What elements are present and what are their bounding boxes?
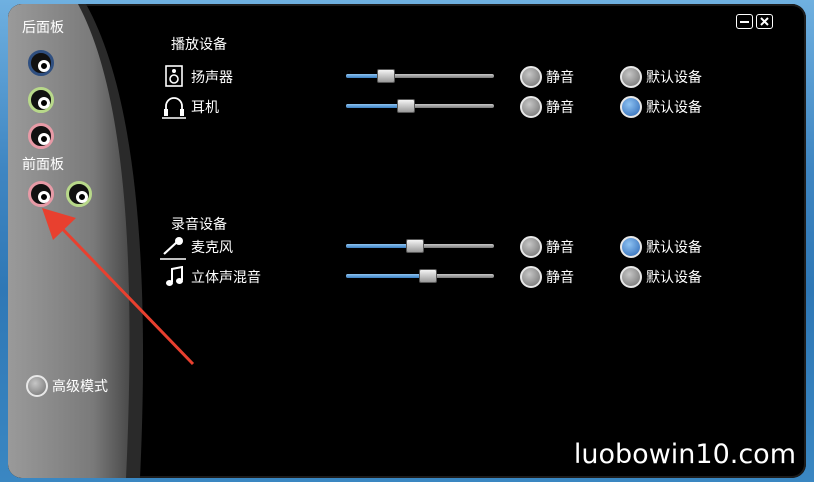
- speaker-mute-button[interactable]: [520, 66, 542, 88]
- watermark-text: luobowin10.com: [573, 439, 796, 470]
- slider-thumb[interactable]: [406, 239, 424, 253]
- stereo-mix-default-label: 默认设备: [646, 270, 702, 286]
- music-note-icon: [166, 266, 183, 286]
- headphones-label: 耳机: [191, 100, 219, 116]
- rear-panel-label: 后面板: [22, 20, 64, 36]
- stereo-mix-mute-button[interactable]: [520, 266, 542, 288]
- stereo-mix-label: 立体声混音: [191, 270, 261, 286]
- rear-jack-pink[interactable]: [28, 123, 54, 149]
- speaker-icon: [165, 65, 183, 87]
- microphone-icon: [160, 237, 186, 260]
- slider-thumb[interactable]: [377, 69, 395, 83]
- advanced-mode-radio[interactable]: [26, 375, 48, 397]
- headphones-default-radio[interactable]: [620, 96, 642, 118]
- microphone-volume-slider[interactable]: [346, 239, 494, 253]
- minimize-button[interactable]: [736, 14, 753, 29]
- recording-section-label: 录音设备: [171, 217, 227, 233]
- speaker-volume-slider[interactable]: [346, 69, 494, 83]
- rear-jack-green[interactable]: [28, 87, 54, 113]
- microphone-mute-button[interactable]: [520, 236, 542, 258]
- slider-fill: [346, 244, 415, 248]
- close-button[interactable]: [756, 14, 773, 29]
- microphone-default-label: 默认设备: [646, 240, 702, 256]
- stereo-mix-mute-label: 静音: [546, 270, 574, 286]
- headphones-volume-slider[interactable]: [346, 99, 494, 113]
- advanced-mode-label[interactable]: 高级模式: [52, 376, 108, 396]
- microphone-mute-label: 静音: [546, 240, 574, 256]
- microphone-label: 麦克风: [191, 240, 233, 256]
- front-panel-label: 前面板: [22, 157, 64, 173]
- speaker-mute-label: 静音: [546, 70, 574, 86]
- playback-section-label: 播放设备: [171, 37, 227, 53]
- stereo-mix-default-radio[interactable]: [620, 266, 642, 288]
- slider-thumb[interactable]: [397, 99, 415, 113]
- speaker-default-radio[interactable]: [620, 66, 642, 88]
- microphone-default-radio[interactable]: [620, 236, 642, 258]
- audio-manager-window: 后面板 前面板 高级模式 播放设备 扬声器 静音 默认设备 耳机 静音 默认设备…: [8, 4, 806, 478]
- slider-thumb[interactable]: [419, 269, 437, 283]
- speaker-label: 扬声器: [191, 70, 233, 86]
- slider-fill: [346, 274, 428, 278]
- headphones-icon: [162, 97, 186, 119]
- headphones-mute-button[interactable]: [520, 96, 542, 118]
- speaker-default-label: 默认设备: [646, 70, 702, 86]
- headphones-default-label: 默认设备: [646, 100, 702, 116]
- headphones-mute-label: 静音: [546, 100, 574, 116]
- rear-jack-black[interactable]: [28, 50, 54, 76]
- stereo-mix-volume-slider[interactable]: [346, 269, 494, 283]
